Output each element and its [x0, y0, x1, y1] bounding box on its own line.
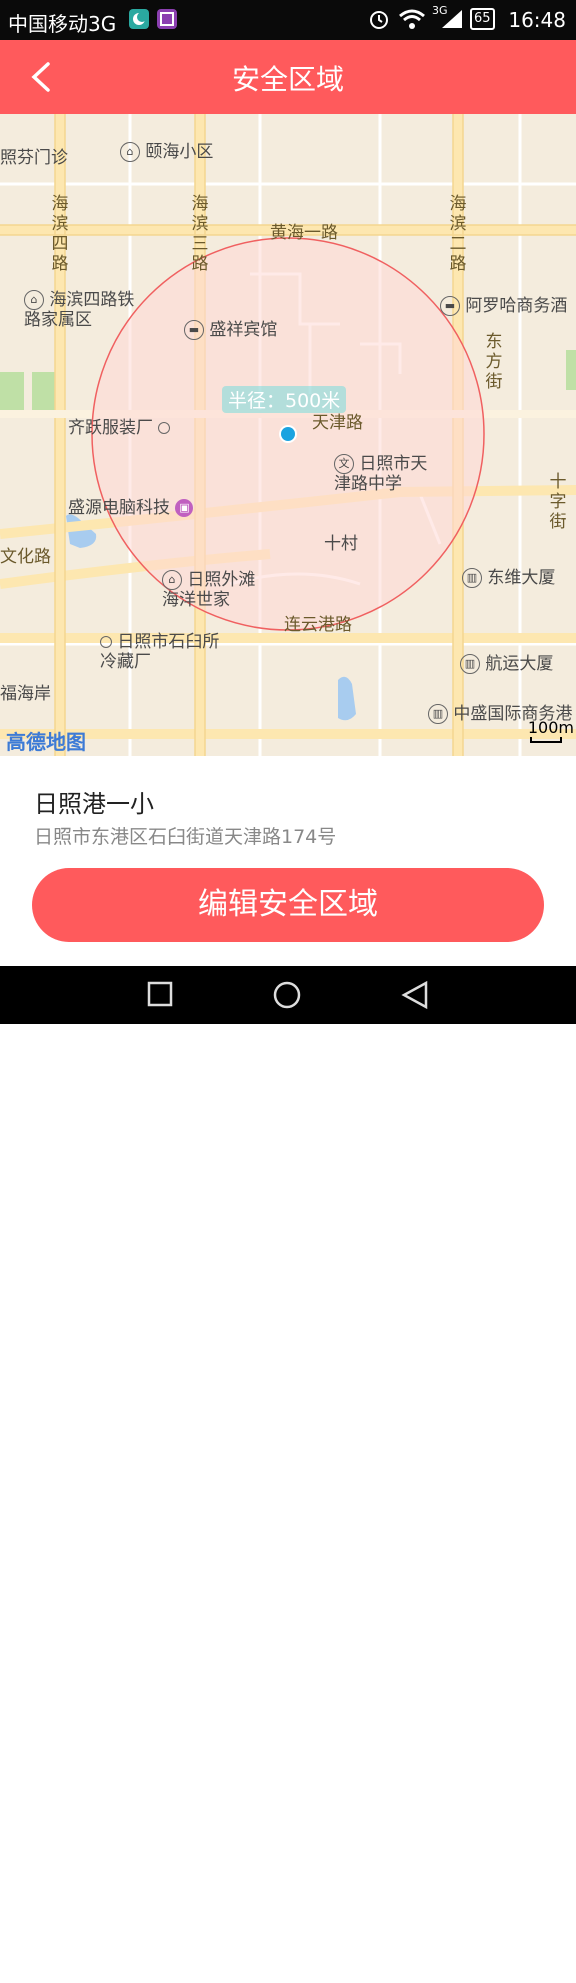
- poi-hangyun[interactable]: ▥ 航运大厦: [460, 654, 553, 674]
- carrier-label: 中国移动3G: [8, 12, 117, 36]
- circle-icon: [273, 981, 301, 1009]
- clock: 16:48: [508, 8, 566, 32]
- map-view[interactable]: 半径：500米 黄海一路 天津路 连云港路 文化路 海滨四路 海滨三路 海滨二路…: [0, 114, 576, 756]
- page-title: 安全区域: [231, 63, 344, 96]
- gallery-icon: [156, 8, 178, 34]
- square-icon: [147, 981, 173, 1007]
- system-nav-bar: http://www.veryol.com: [0, 966, 576, 1983]
- road-label-wenhua: 文化路: [0, 547, 51, 567]
- poi-dongwei[interactable]: ▥ 东维大厦: [462, 568, 555, 588]
- triangle-back-icon: [401, 980, 428, 1010]
- location-name: 日照港一小: [34, 790, 154, 818]
- map-scale-bar: [529, 737, 562, 743]
- poi-label: 东维大厦: [487, 568, 556, 588]
- road-label-haibin2: 海滨二路: [449, 194, 467, 274]
- poi-school[interactable]: 文 日照市天津路中学: [334, 454, 444, 494]
- hotel-icon: ▬: [440, 296, 460, 316]
- school-icon: 文: [334, 454, 354, 474]
- building-icon: ▥: [462, 568, 482, 588]
- app-bar: 安全区域: [0, 40, 576, 114]
- road-label-shizijie: 十字街: [549, 472, 567, 532]
- recent-apps-button[interactable]: [146, 980, 174, 1012]
- road-label-haibin3: 海滨三路: [191, 194, 209, 274]
- community-icon: ⌂: [120, 142, 140, 162]
- poi-label: 齐跃服装厂: [68, 418, 153, 438]
- poi-label: 盛祥宾馆: [209, 320, 278, 340]
- poi-shengyuan[interactable]: 盛源电脑科技 ▣: [68, 498, 194, 518]
- alarm-icon: [368, 8, 390, 34]
- battery-indicator: 65: [470, 8, 495, 30]
- location-info-panel: 日照港一小 日照市东港区石臼街道天津路174号 编辑安全区域: [0, 756, 576, 966]
- poi-shengxiang[interactable]: ▬ 盛祥宾馆: [184, 320, 277, 340]
- poi-aluoha[interactable]: ▬ 阿罗哈商务酒: [440, 296, 567, 316]
- signal-icon: [440, 8, 464, 34]
- poi-label: 颐海小区: [145, 142, 214, 162]
- poi-zhaofen[interactable]: 照芬门诊: [0, 148, 68, 168]
- edit-safe-area-button[interactable]: 编辑安全区域: [32, 868, 544, 942]
- moon-icon: [128, 8, 150, 34]
- poi-label: 阿罗哈商务酒: [465, 296, 568, 316]
- building-icon: ▥: [460, 654, 480, 674]
- poi-qiyue[interactable]: 齐跃服装厂: [68, 418, 171, 438]
- location-address: 日照市东港区石臼街道天津路174号: [34, 826, 337, 848]
- center-marker: [281, 427, 295, 441]
- shopping-icon: ▣: [175, 499, 194, 517]
- community-icon: ⌂: [24, 290, 44, 310]
- poi-shijiu[interactable]: 日照市石臼所冷藏厂: [100, 632, 220, 672]
- road-label-tianjin: 天津路: [312, 413, 363, 433]
- poi-label: 盛源电脑科技: [68, 498, 170, 518]
- poi-haibin4-family[interactable]: ⌂ 海滨四路铁路家属区: [24, 290, 144, 330]
- map-scale-label: 100m: [527, 718, 574, 737]
- poi-dot-icon: [100, 636, 112, 648]
- map-provider-logo: 高德地图: [6, 730, 86, 754]
- poi-dot-icon: [158, 422, 171, 434]
- poi-qinhai[interactable]: ⌂ 颐海小区: [120, 142, 213, 162]
- back-nav-button[interactable]: [400, 980, 430, 1014]
- road-label-lianyungang: 连云港路: [284, 615, 352, 635]
- poi-shicun[interactable]: 十村: [324, 534, 358, 554]
- building-icon: ▥: [428, 704, 448, 724]
- road-label-huanghai1: 黄海一路: [270, 223, 338, 243]
- watermark: http://www.veryol.com: [364, 1962, 568, 1983]
- hotel-icon: ▬: [184, 320, 204, 340]
- poi-fuhai[interactable]: 福海岸: [0, 684, 51, 704]
- poi-waitan[interactable]: ⌂ 日照外滩海洋世家: [162, 570, 262, 610]
- poi-label: 航运大厦: [485, 654, 554, 674]
- road-label-dongfang: 东方街: [485, 332, 503, 392]
- community-icon: ⌂: [162, 570, 182, 590]
- road-label-haibin4: 海滨四路: [51, 194, 69, 274]
- poi-label: 日照市石臼所冷藏厂: [100, 632, 220, 672]
- home-button[interactable]: [272, 980, 302, 1014]
- map-scale: 100m: [528, 718, 574, 743]
- wifi-icon: [398, 8, 426, 34]
- status-bar: 中国移动3G 3G 65 16:48: [0, 0, 576, 40]
